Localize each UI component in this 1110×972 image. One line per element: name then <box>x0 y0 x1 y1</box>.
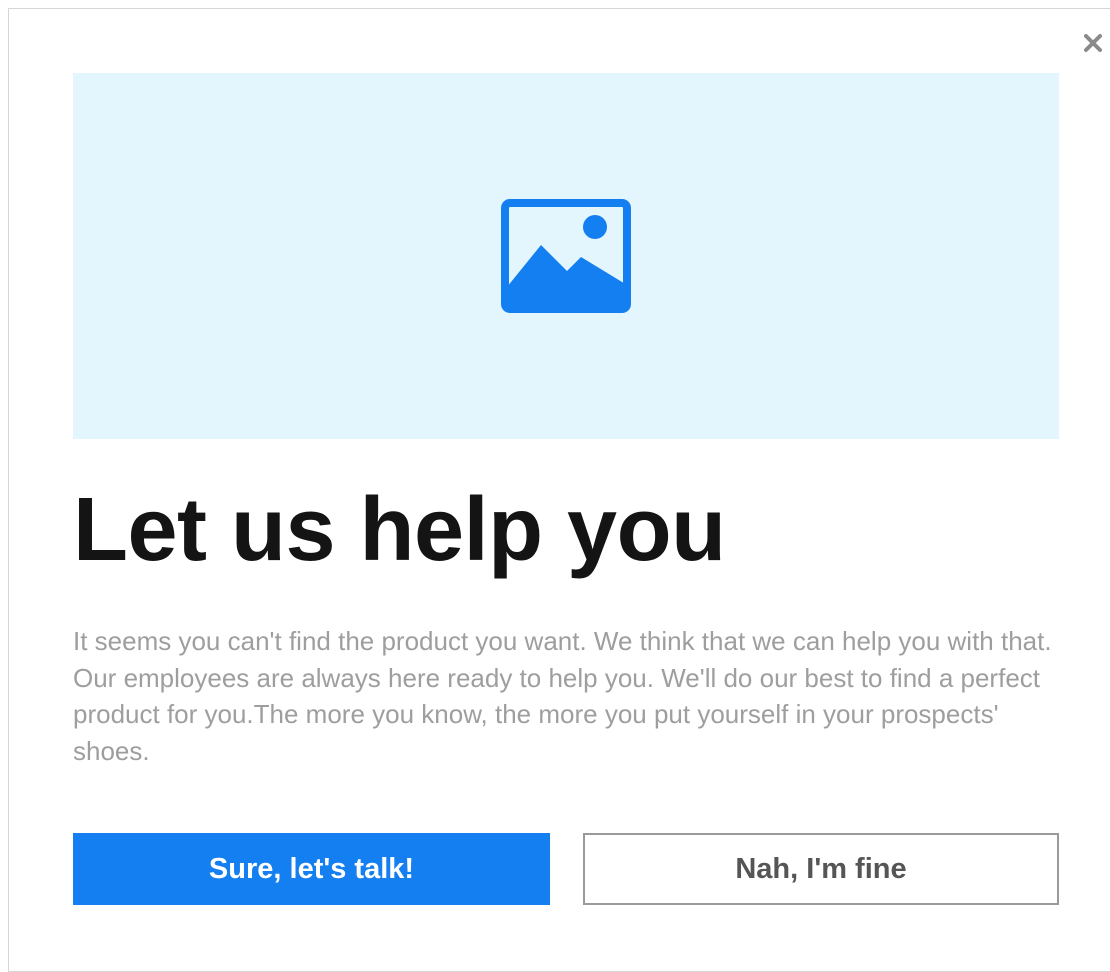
dialog-title: Let us help you <box>73 480 726 580</box>
sure-lets-talk-button[interactable]: Sure, let's talk! <box>73 833 550 905</box>
close-icon[interactable] <box>1081 31 1105 55</box>
nah-im-fine-button[interactable]: Nah, I'm fine <box>583 833 1059 905</box>
image-placeholder-icon <box>501 199 631 313</box>
popup-dialog: Let us help you It seems you can't find … <box>8 8 1110 972</box>
hero-image-placeholder <box>73 73 1059 439</box>
dialog-body-text: It seems you can't find the product you … <box>73 626 1052 766</box>
